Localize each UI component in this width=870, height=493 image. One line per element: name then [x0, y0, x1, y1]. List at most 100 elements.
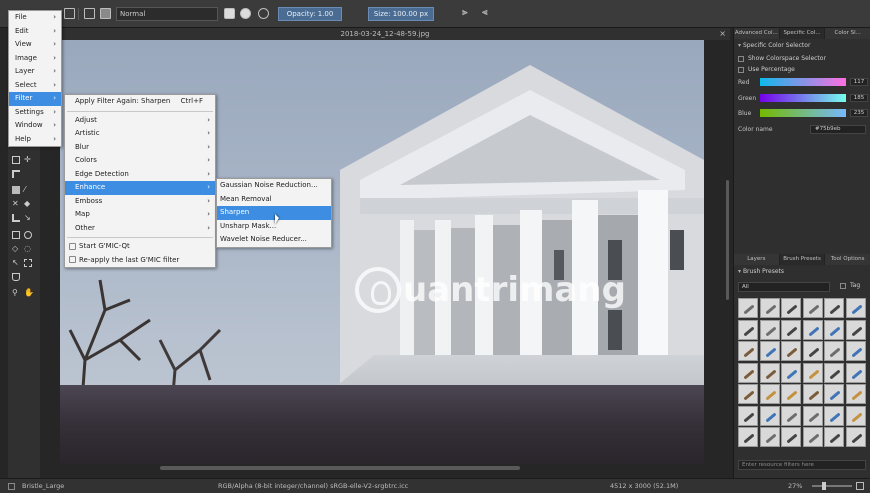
- menu-settings[interactable]: Settings ›: [9, 106, 61, 120]
- collapse-icon[interactable]: ▾: [738, 268, 741, 275]
- preserve-alpha-icon[interactable]: [258, 8, 269, 19]
- crop-tool-icon[interactable]: [12, 170, 20, 178]
- vertical-scrollbar[interactable]: [726, 180, 729, 300]
- brush-filter-select[interactable]: All: [738, 282, 830, 292]
- freehand-select-icon[interactable]: ◌: [24, 245, 32, 253]
- brush-preset[interactable]: [802, 298, 823, 318]
- opacity-slider[interactable]: Opacity: 1.00: [278, 7, 342, 21]
- brush-preset[interactable]: [802, 427, 823, 447]
- transform-tool-icon[interactable]: [12, 156, 20, 164]
- blue-slider[interactable]: [760, 109, 846, 117]
- filter-other-item[interactable]: Other ›: [65, 222, 215, 236]
- tab-brush-presets[interactable]: Brush Presets: [779, 254, 826, 265]
- bezier-select-icon[interactable]: [12, 273, 20, 281]
- brush-preset[interactable]: [759, 341, 780, 361]
- green-slider[interactable]: [760, 94, 846, 102]
- brush-preset[interactable]: [781, 319, 801, 340]
- measure-tool-icon[interactable]: [12, 214, 20, 222]
- menu-layer[interactable]: Layer ›: [9, 65, 61, 79]
- menu-view[interactable]: View ›: [9, 38, 61, 52]
- fill-gradient-icon[interactable]: [84, 8, 95, 19]
- zoom-slider[interactable]: [812, 485, 852, 487]
- current-brush-name[interactable]: Bristle_Large: [22, 482, 64, 490]
- zoom-fit-icon[interactable]: [856, 482, 864, 490]
- red-slider[interactable]: [760, 78, 846, 86]
- brush-preset[interactable]: [845, 362, 866, 383]
- filter-artistic-item[interactable]: Artistic ›: [65, 127, 215, 141]
- brush-preset[interactable]: [781, 362, 801, 383]
- menu-help[interactable]: Help ›: [9, 133, 61, 147]
- filter-adjust-item[interactable]: Adjust ›: [65, 114, 215, 128]
- brush-preset[interactable]: [802, 319, 823, 340]
- menu-select[interactable]: Select ›: [9, 79, 61, 93]
- green-value[interactable]: 185: [850, 94, 868, 102]
- brush-preset[interactable]: [738, 405, 758, 426]
- brush-preset[interactable]: [802, 405, 823, 426]
- tag-toggle[interactable]: Tag: [840, 282, 860, 289]
- eraser-mode-icon[interactable]: [224, 8, 235, 19]
- tag-checkbox[interactable]: [840, 282, 846, 289]
- zoom-tool-icon[interactable]: ⚲: [12, 289, 20, 297]
- brush-preset-icon[interactable]: [100, 8, 111, 19]
- filter-emboss-item[interactable]: Emboss ›: [65, 195, 215, 209]
- enhance-unsharp-mask-item[interactable]: Unsharp Mask...: [217, 220, 331, 234]
- brush-preset[interactable]: [738, 341, 758, 361]
- menu-image[interactable]: Image ›: [9, 52, 61, 66]
- brush-preset[interactable]: [738, 298, 758, 318]
- pan-tool-icon[interactable]: ✋: [24, 289, 34, 297]
- brush-preset[interactable]: [738, 319, 758, 340]
- brush-preset[interactable]: [845, 427, 866, 447]
- brush-preset[interactable]: [845, 405, 866, 426]
- filter-map-item[interactable]: Map ›: [65, 208, 215, 222]
- brush-preset[interactable]: [845, 384, 866, 404]
- blue-value[interactable]: 235: [850, 109, 868, 117]
- brush-preset[interactable]: [759, 427, 780, 447]
- brush-preset[interactable]: [759, 405, 780, 426]
- tab-advanced-color[interactable]: Advanced Col...: [734, 28, 780, 39]
- brush-preset[interactable]: [845, 319, 866, 340]
- tab-layers[interactable]: Layers: [734, 254, 780, 265]
- blend-mode-select[interactable]: Normal: [116, 7, 218, 21]
- similar-select-icon[interactable]: [24, 259, 32, 267]
- use-percentage-checkbox[interactable]: [738, 66, 744, 73]
- start-gmic-item[interactable]: Start G'MIC-Qt: [65, 240, 215, 254]
- assistant-tool-icon[interactable]: ✕: [12, 200, 20, 208]
- brush-preset[interactable]: [824, 384, 844, 404]
- tab-color-slider[interactable]: Color Sl...: [825, 28, 870, 39]
- new-document-icon[interactable]: [64, 8, 75, 19]
- red-value[interactable]: 117: [850, 78, 868, 86]
- zoom-slider-handle[interactable]: [822, 482, 826, 490]
- close-document-icon[interactable]: ×: [719, 28, 726, 40]
- mirror-vertical-icon[interactable]: ⫷: [482, 8, 493, 19]
- menu-window[interactable]: Window ›: [9, 119, 61, 133]
- enhance-mean-removal-item[interactable]: Mean Removal: [217, 193, 331, 207]
- brush-preset[interactable]: [759, 298, 780, 318]
- size-slider[interactable]: Size: 100.00 px: [368, 7, 434, 21]
- brush-preset[interactable]: [781, 384, 801, 404]
- show-colorspace-option[interactable]: Show Colorspace Selector: [738, 55, 826, 62]
- opacity-stepper-icon[interactable]: [346, 8, 354, 19]
- magic-wand-icon[interactable]: ↖: [12, 259, 20, 267]
- brush-preset[interactable]: [824, 298, 844, 318]
- show-colorspace-checkbox[interactable]: [738, 55, 744, 62]
- brush-preset[interactable]: [845, 298, 866, 318]
- ellipse-select-icon[interactable]: [24, 231, 32, 239]
- polygon-select-icon[interactable]: ◇: [12, 245, 20, 253]
- filter-edge-detection-item[interactable]: Edge Detection ›: [65, 168, 215, 182]
- brush-preset[interactable]: [738, 362, 758, 383]
- horizontal-scrollbar[interactable]: [160, 466, 520, 470]
- menu-filter[interactable]: Filter ›: [9, 92, 61, 106]
- brush-preset[interactable]: [781, 427, 801, 447]
- menu-file[interactable]: File ›: [9, 11, 61, 25]
- color-picker-icon[interactable]: ⁄: [24, 186, 32, 194]
- brush-preset[interactable]: [824, 427, 844, 447]
- brush-preset[interactable]: [781, 341, 801, 361]
- brush-preset[interactable]: [781, 405, 801, 426]
- brush-preset[interactable]: [802, 341, 823, 361]
- brush-preset[interactable]: [802, 384, 823, 404]
- enhance-wavelet-item[interactable]: Wavelet Noise Reducer...: [217, 233, 331, 247]
- move-tool-icon[interactable]: ✛: [24, 156, 32, 164]
- mirror-horizontal-icon[interactable]: ⫸: [462, 8, 473, 19]
- tab-tool-options[interactable]: Tool Options: [825, 254, 870, 265]
- reference-tool-icon[interactable]: ↘: [24, 214, 32, 222]
